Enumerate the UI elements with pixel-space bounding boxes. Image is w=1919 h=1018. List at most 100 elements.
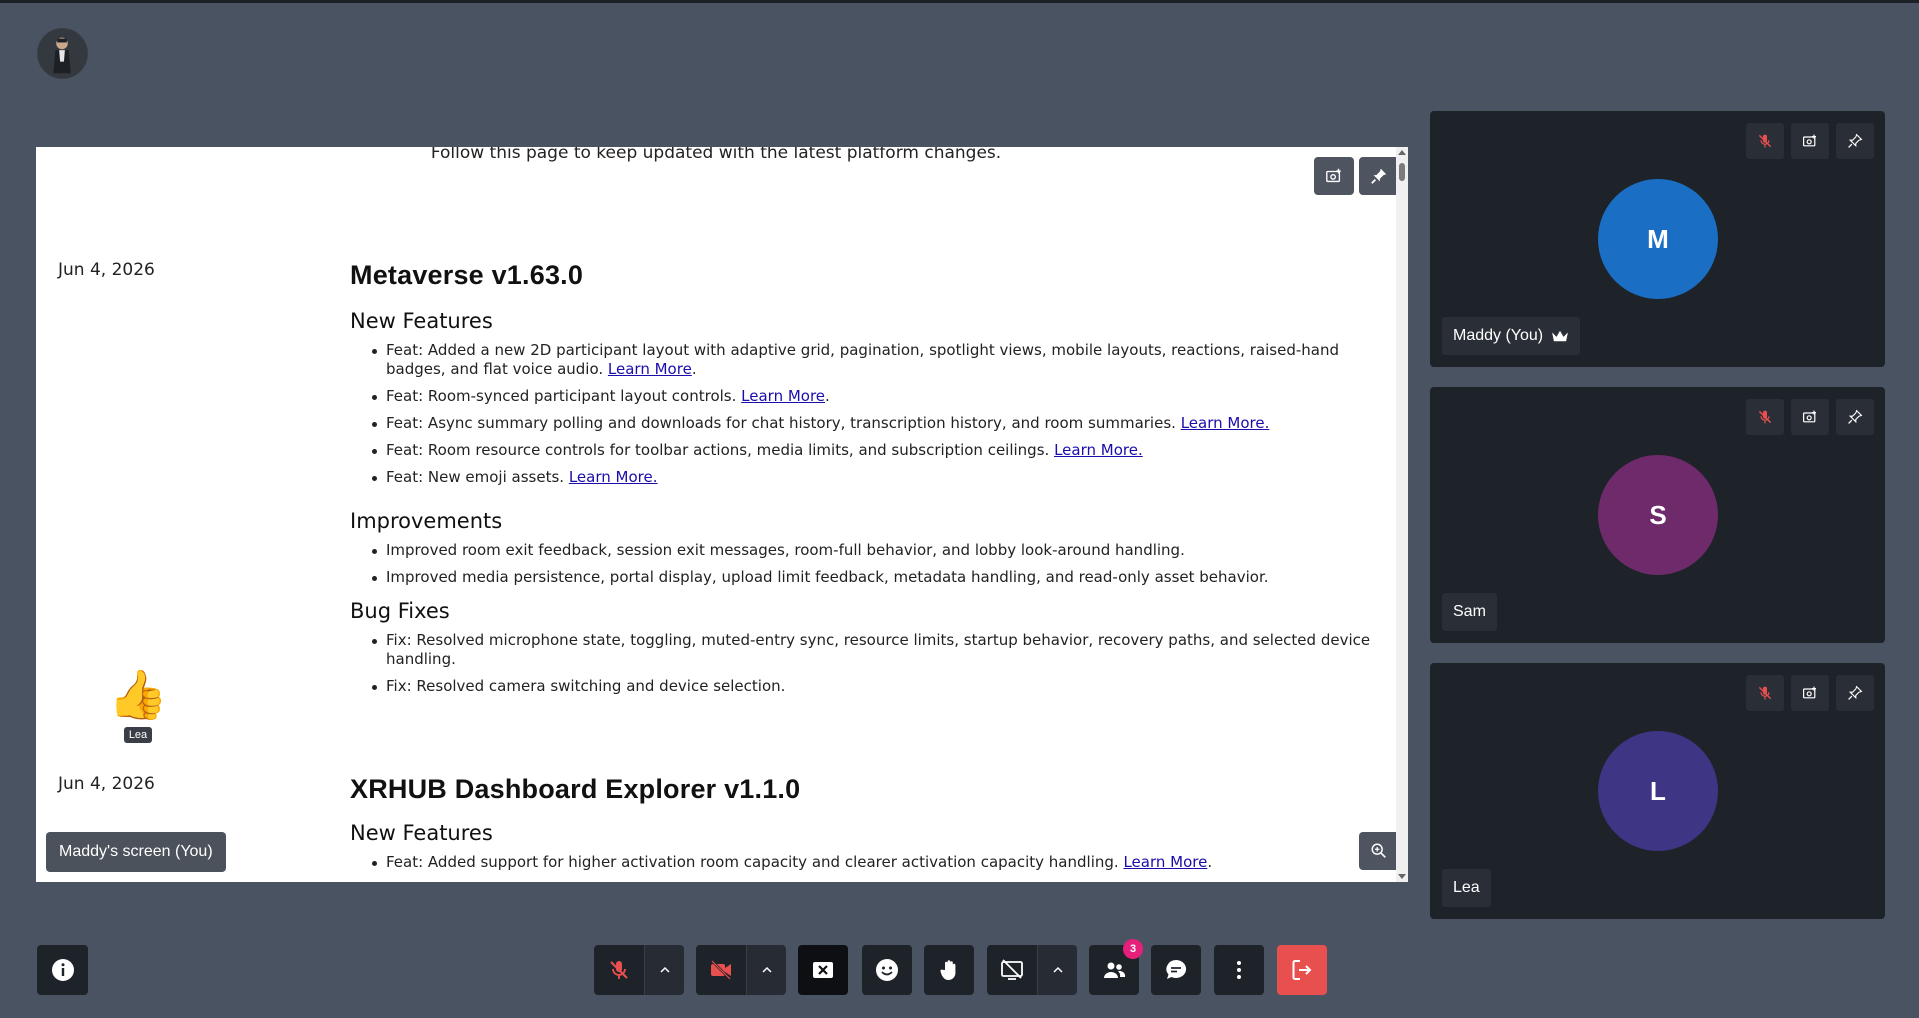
list-item: Feat: Room resource controls for toolbar… bbox=[372, 441, 1390, 460]
release-date: Jun 4, 2026 bbox=[58, 774, 155, 794]
leave-icon bbox=[1292, 960, 1312, 980]
more-vertical-icon bbox=[1237, 961, 1241, 979]
stop-share-button[interactable] bbox=[798, 945, 848, 995]
avatar: S bbox=[1598, 455, 1718, 575]
pin-button[interactable] bbox=[1359, 157, 1396, 195]
chevron-up-icon bbox=[1052, 966, 1063, 973]
section-heading: Improvements bbox=[350, 509, 503, 533]
thumbs-up-icon: 👍 bbox=[108, 667, 168, 723]
participant-tile-sam[interactable]: S Sam bbox=[1430, 387, 1885, 643]
feature-list: Feat: Added support for higher activatio… bbox=[350, 853, 1390, 872]
pin-icon bbox=[1848, 133, 1863, 148]
crown-icon bbox=[1552, 330, 1568, 342]
learn-more-link[interactable]: Learn More bbox=[608, 360, 692, 378]
pin-button[interactable] bbox=[1836, 123, 1874, 159]
mic-status bbox=[1746, 399, 1784, 435]
profile-photo-icon bbox=[38, 29, 87, 78]
participant-name: Sam bbox=[1442, 593, 1497, 631]
participant-name: Lea bbox=[1442, 869, 1491, 907]
mic-control bbox=[594, 945, 684, 995]
avatar: M bbox=[1598, 179, 1718, 299]
leave-button[interactable] bbox=[1277, 945, 1327, 995]
hand-icon bbox=[940, 960, 956, 980]
mic-status bbox=[1746, 675, 1784, 711]
section-heading: New Features bbox=[350, 821, 493, 845]
mic-off-icon bbox=[610, 961, 628, 979]
mic-off-icon bbox=[1758, 134, 1772, 148]
pin-button[interactable] bbox=[1836, 675, 1874, 711]
feature-list: Feat: Added a new 2D participant layout … bbox=[350, 341, 1390, 487]
top-border bbox=[0, 0, 1919, 3]
list-item: Feat: New emoji assets. Learn More. bbox=[372, 468, 1390, 487]
screen-scrollbar[interactable] bbox=[1396, 147, 1408, 882]
mic-options-button[interactable] bbox=[644, 945, 684, 995]
chevron-up-icon bbox=[659, 966, 670, 973]
pin-icon bbox=[1848, 685, 1863, 700]
reactions-button[interactable] bbox=[862, 945, 912, 995]
user-avatar[interactable] bbox=[37, 28, 88, 79]
section-heading: Bug Fixes bbox=[350, 599, 450, 623]
learn-more-link[interactable]: Learn More bbox=[1123, 853, 1207, 871]
screenshot-button[interactable] bbox=[1791, 675, 1829, 711]
mic-toggle-button[interactable] bbox=[594, 945, 644, 995]
screen-share-toggle-button[interactable] bbox=[987, 945, 1037, 995]
participants-button[interactable]: 3 bbox=[1089, 939, 1143, 995]
list-item: Feat: Added support for higher activatio… bbox=[372, 853, 1390, 872]
improvement-list: Improved room exit feedback, session exi… bbox=[350, 541, 1390, 587]
participant-tile-maddy[interactable]: M Maddy (You) bbox=[1430, 111, 1885, 367]
learn-more-link[interactable]: Learn More. bbox=[1054, 441, 1143, 459]
chevron-up-icon bbox=[761, 966, 772, 973]
camera-toggle-button[interactable] bbox=[696, 945, 746, 995]
screenshot-icon bbox=[1803, 410, 1816, 423]
list-item: Improved room exit feedback, session exi… bbox=[372, 541, 1390, 560]
section-heading: New Features bbox=[350, 309, 493, 333]
list-item: Fix: Resolved microphone state, toggling… bbox=[372, 631, 1390, 669]
follow-text: Follow this page to keep updated with th… bbox=[430, 147, 1002, 163]
people-icon bbox=[1104, 962, 1126, 978]
emoji-icon bbox=[876, 959, 898, 981]
info-button[interactable] bbox=[37, 945, 88, 995]
pin-icon bbox=[1848, 409, 1863, 424]
raise-hand-button[interactable] bbox=[924, 945, 974, 995]
screenshot-icon bbox=[1326, 168, 1341, 183]
more-options-button[interactable] bbox=[1214, 945, 1264, 995]
list-item: Feat: Added a new 2D participant layout … bbox=[372, 341, 1390, 379]
mic-off-icon bbox=[1758, 410, 1772, 424]
info-icon bbox=[51, 959, 74, 981]
stop-share-icon bbox=[813, 962, 833, 978]
learn-more-link[interactable]: Learn More. bbox=[1181, 414, 1270, 432]
shared-screen[interactable]: Follow this page to keep updated with th… bbox=[36, 147, 1396, 882]
participants-count-badge: 3 bbox=[1123, 939, 1143, 959]
participant-tile-lea[interactable]: L Lea bbox=[1430, 663, 1885, 919]
scroll-thumb[interactable] bbox=[1399, 163, 1405, 181]
avatar: L bbox=[1598, 731, 1718, 851]
screenshot-button[interactable] bbox=[1791, 399, 1829, 435]
zoom-button[interactable] bbox=[1359, 832, 1396, 870]
pin-icon bbox=[1371, 168, 1387, 184]
screen-share-control bbox=[987, 945, 1077, 995]
camera-control bbox=[696, 945, 786, 995]
list-item: Feat: Async summary polling and download… bbox=[372, 414, 1390, 433]
learn-more-link[interactable]: Learn More. bbox=[569, 468, 658, 486]
screen-share-options-button[interactable] bbox=[1037, 945, 1077, 995]
learn-more-link[interactable]: Learn More bbox=[741, 387, 825, 405]
release-title: Metaverse v1.63.0 bbox=[350, 260, 584, 290]
screenshot-button[interactable] bbox=[1314, 157, 1354, 195]
screenshot-icon bbox=[1803, 686, 1816, 699]
mic-status bbox=[1746, 123, 1784, 159]
pin-button[interactable] bbox=[1836, 399, 1874, 435]
scroll-down-icon[interactable] bbox=[1398, 874, 1406, 879]
list-item: Feat: Room-synced participant layout con… bbox=[372, 387, 1390, 406]
release-date: Jun 4, 2026 bbox=[58, 260, 155, 280]
release-title: XRHUB Dashboard Explorer v1.1.0 bbox=[350, 774, 801, 804]
camera-options-button[interactable] bbox=[746, 945, 786, 995]
camera-off-icon bbox=[711, 960, 731, 980]
reaction-user: Lea bbox=[123, 727, 153, 743]
chat-button[interactable] bbox=[1151, 945, 1201, 995]
screenshot-button[interactable] bbox=[1791, 123, 1829, 159]
mic-off-icon bbox=[1758, 686, 1772, 700]
bugfix-list: Fix: Resolved microphone state, toggling… bbox=[350, 631, 1390, 696]
scroll-up-icon[interactable] bbox=[1398, 150, 1406, 155]
screenshot-icon bbox=[1803, 134, 1816, 147]
screen-owner-label: Maddy's screen (You) bbox=[46, 832, 226, 872]
